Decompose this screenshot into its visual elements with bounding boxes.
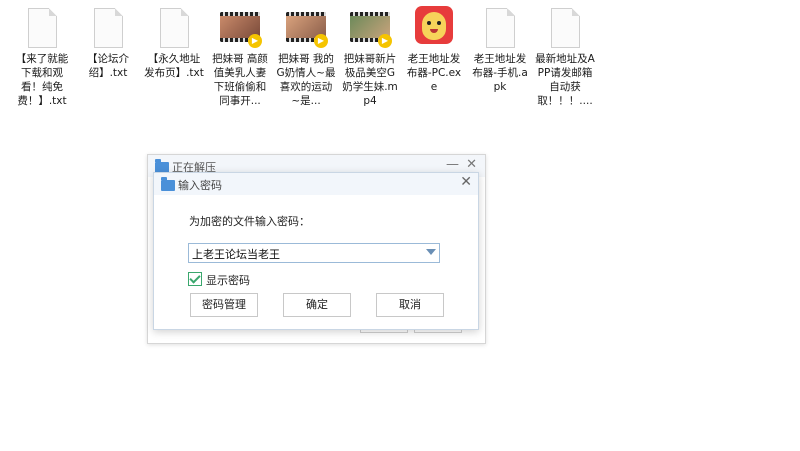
desktop-file[interactable]: 老王地址发布器-手机.apk	[470, 6, 530, 94]
desktop-file[interactable]: 【永久地址发布页】.txt	[144, 6, 204, 80]
password-value: 上老王论坛当老王	[192, 248, 280, 261]
desktop-file[interactable]: 【论坛介绍】.txt	[78, 6, 138, 80]
text-file-icon	[86, 6, 130, 50]
video-file-icon: ▶	[218, 6, 262, 50]
show-password-checkbox[interactable]	[188, 272, 202, 286]
ok-button[interactable]: 确定	[283, 293, 351, 317]
desktop-file[interactable]: 老王地址发布器-PC.exe	[404, 6, 464, 94]
file-label: 最新地址及APP请发邮箱自动获取！！！....	[535, 53, 595, 107]
text-file-icon	[152, 6, 196, 50]
password-input[interactable]: 上老王论坛当老王	[188, 243, 440, 263]
file-label: 把妹哥 我的G奶情人~最喜欢的运动~是...	[276, 53, 336, 107]
desktop-file[interactable]: ▶ 把妹哥 高颜值美乳人妻下班偷偷和同事开...	[210, 6, 270, 108]
desktop-file[interactable]: 【来了就能下载和观看！纯免费！】.txt	[12, 6, 72, 108]
show-password-label[interactable]: 显示密码	[206, 272, 250, 288]
video-file-icon: ▶	[348, 6, 392, 50]
password-dialog-title: 输入密码	[178, 179, 222, 192]
close-button[interactable]: ✕	[466, 157, 477, 172]
desktop-file[interactable]: 最新地址及APP请发邮箱自动获取！！！....	[535, 6, 595, 108]
text-file-icon	[543, 6, 587, 50]
text-file-icon	[478, 6, 522, 50]
file-label: 【来了就能下载和观看！纯免费！】.txt	[15, 53, 69, 107]
app-icon	[412, 6, 456, 50]
password-prompt: 为加密的文件输入密码：	[189, 215, 310, 228]
video-file-icon: ▶	[284, 6, 328, 50]
file-label: 【论坛介绍】.txt	[87, 53, 129, 79]
file-label: 把妹哥新片极品美空G奶学生妹.mp4	[342, 53, 398, 107]
play-icon: ▶	[314, 34, 328, 48]
desktop-file[interactable]: ▶ 把妹哥新片极品美空G奶学生妹.mp4	[340, 6, 400, 108]
file-label: 老王地址发布器-手机.apk	[472, 53, 528, 93]
text-file-icon	[20, 6, 64, 50]
cancel-button[interactable]: 取消	[376, 293, 444, 317]
password-dialog-titlebar: 输入密码 ✕	[154, 173, 478, 195]
archive-folder-icon	[161, 177, 175, 191]
close-button[interactable]: ✕	[460, 174, 472, 190]
play-icon: ▶	[378, 34, 392, 48]
password-dialog: 输入密码 ✕ 为加密的文件输入密码： 上老王论坛当老王 显示密码 密码管理 确定…	[153, 172, 479, 330]
desktop-file[interactable]: ▶ 把妹哥 我的G奶情人~最喜欢的运动~是...	[276, 6, 336, 108]
minimize-button[interactable]: —	[446, 157, 459, 172]
file-label: 把妹哥 高颜值美乳人妻下班偷偷和同事开...	[212, 53, 268, 107]
file-label: 【永久地址发布页】.txt	[144, 53, 204, 79]
play-icon: ▶	[248, 34, 262, 48]
file-label: 老王地址发布器-PC.exe	[406, 53, 462, 93]
chevron-down-icon[interactable]	[426, 249, 436, 255]
password-manage-button[interactable]: 密码管理	[190, 293, 258, 317]
